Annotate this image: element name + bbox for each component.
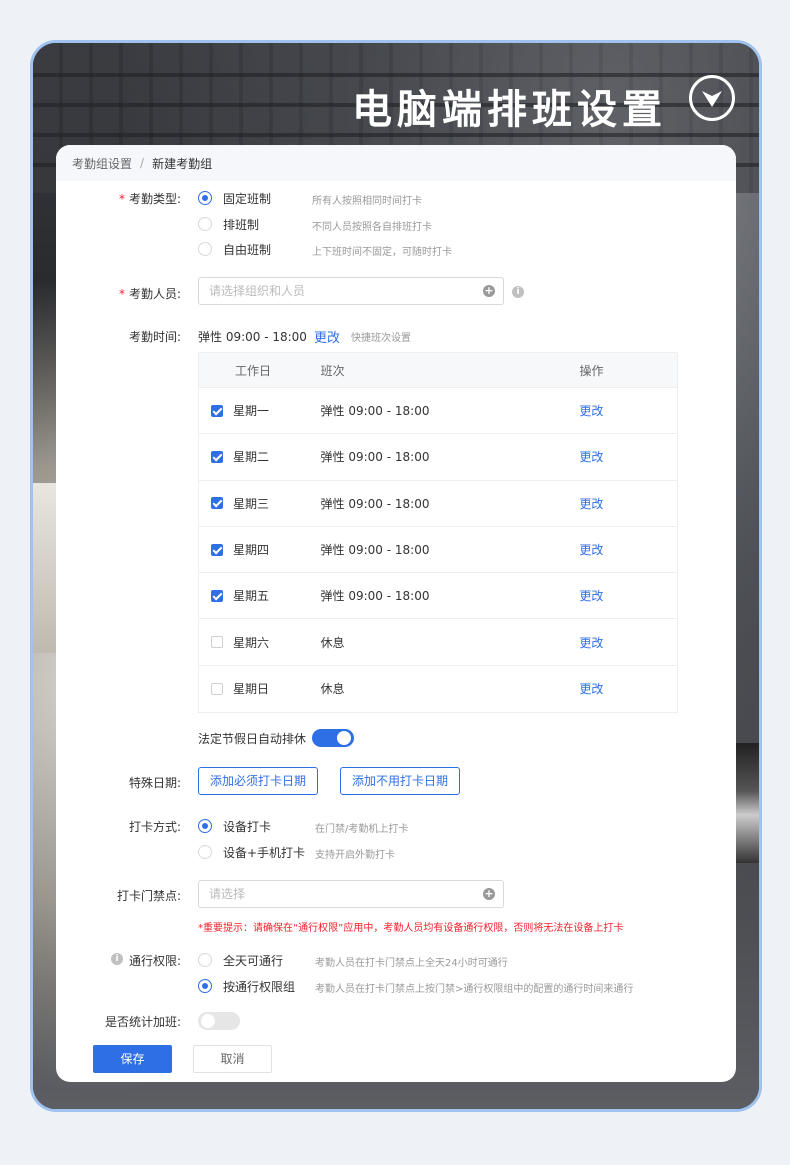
table-row: 星期六 休息 更改	[199, 619, 677, 666]
members-input[interactable]: 请选择组织和人员 +	[198, 277, 504, 305]
members-placeholder: 请选择组织和人员	[209, 284, 306, 298]
door-select[interactable]: 请选择 +	[198, 880, 504, 908]
add-circle-icon[interactable]: +	[483, 888, 495, 900]
access-all-day-label: 全天可通行	[223, 954, 284, 968]
time-value: 弹性 09:00 - 18:00	[198, 330, 307, 344]
row-day: 星期三	[233, 496, 270, 511]
punch-device-radio[interactable]	[198, 819, 212, 833]
access-all-day-hint: 考勤人员在打卡门禁点上全天24小时可通行	[315, 958, 508, 969]
attendance-type-shift-label: 排班制	[223, 218, 260, 232]
row-day: 星期日	[233, 682, 270, 697]
row-shift: 休息	[320, 682, 345, 697]
row-change-link[interactable]: 更改	[579, 541, 677, 558]
attendance-type-fixed-label: 固定班制	[223, 192, 272, 206]
door-warning: *重要提示：请确保在“通行权限”应用中，考勤人员均有设备通行权限，否则将无法在设…	[198, 923, 624, 934]
table-row: 星期三 弹性 09:00 - 18:00 更改	[199, 481, 677, 527]
row-day: 星期一	[233, 404, 270, 419]
overtime-label: 是否统计加班:	[104, 1015, 181, 1029]
breadcrumb-parent[interactable]: 考勤组设置	[72, 155, 132, 172]
row-change-link[interactable]: 更改	[579, 587, 677, 604]
row-change-link[interactable]: 更改	[579, 634, 677, 651]
attendance-type-free-hint: 上下班时间不固定，可随时打卡	[312, 247, 452, 258]
row-checkbox[interactable]	[211, 543, 223, 556]
toggle-knob	[201, 1014, 215, 1028]
schedule-table: 工作日 班次 操作 星期一 弹性 09:00 - 18:00 更改 星期二 弹性…	[198, 352, 678, 714]
required-mark: *	[118, 287, 125, 301]
attendance-type-shift-radio[interactable]	[198, 217, 212, 231]
table-row: 星期四 弹性 09:00 - 18:00 更改	[199, 527, 677, 574]
punch-device-mobile-radio[interactable]	[198, 845, 212, 859]
row-shift: 弹性 09:00 - 18:00	[320, 496, 430, 511]
add-required-date-button[interactable]: 添加必须打卡日期	[198, 767, 318, 795]
row-change-link[interactable]: 更改	[579, 448, 677, 465]
row-day: 星期五	[233, 589, 270, 604]
holiday-toggle[interactable]	[312, 729, 354, 747]
cancel-button[interactable]: 取消	[193, 1045, 272, 1073]
row-checkbox[interactable]	[211, 636, 223, 649]
row-day: 星期二	[233, 450, 270, 465]
column-workday: 工作日	[235, 363, 272, 378]
special-date-label: 特殊日期:	[128, 776, 181, 790]
settings-card: 考勤组设置 / 新建考勤组 * 考勤类型: 固定班制 所有人按照相同时间打卡 排班…	[56, 145, 736, 1082]
overtime-toggle[interactable]	[198, 1012, 240, 1030]
required-mark: *	[118, 192, 125, 206]
row-change-link[interactable]: 更改	[579, 680, 677, 697]
add-circle-icon[interactable]: +	[483, 285, 495, 297]
punch-device-mobile-hint: 支持开启外勤打卡	[315, 850, 395, 861]
punch-method-label: 打卡方式:	[128, 820, 181, 834]
row-shift: 弹性 09:00 - 18:00	[320, 589, 430, 604]
attendance-type-free-radio[interactable]	[198, 242, 212, 256]
access-label: 通行权限:	[128, 954, 181, 968]
punch-device-mobile-label: 设备+手机打卡	[223, 846, 306, 860]
attendance-type-shift-hint: 不同人员按照各自排班打卡	[312, 222, 432, 233]
chevron-down-circle-icon	[689, 75, 735, 121]
breadcrumb: 考勤组设置 / 新建考勤组	[56, 145, 736, 181]
row-checkbox[interactable]	[211, 404, 223, 417]
attendance-type-label: * 考勤类型:	[118, 192, 181, 206]
time-change-link[interactable]: 更改	[314, 327, 340, 346]
members-label: * 考勤人员:	[118, 287, 181, 301]
row-shift: 休息	[320, 635, 345, 650]
save-button[interactable]: 保存	[93, 1045, 172, 1073]
punch-device-label: 设备打卡	[223, 820, 272, 834]
breadcrumb-separator: /	[140, 156, 145, 170]
row-day: 星期六	[233, 635, 270, 650]
toggle-knob	[337, 731, 351, 745]
table-row: 星期日 休息 更改	[199, 666, 677, 712]
attendance-type-fixed-radio[interactable]	[198, 191, 212, 205]
schedule-table-header: 工作日 班次 操作	[199, 353, 677, 388]
row-change-link[interactable]: 更改	[579, 402, 677, 419]
access-group-radio[interactable]	[198, 979, 212, 993]
add-exempt-date-button[interactable]: 添加不用打卡日期	[340, 767, 460, 795]
holiday-label: 法定节假日自动排休	[198, 732, 307, 746]
row-change-link[interactable]: 更改	[579, 495, 677, 512]
row-checkbox[interactable]	[211, 682, 223, 695]
page-title: 电脑端排班设置	[352, 87, 667, 133]
access-group-label: 按通行权限组	[223, 980, 296, 994]
access-all-day-radio[interactable]	[198, 953, 212, 967]
door-placeholder: 请选择	[209, 887, 246, 901]
row-checkbox[interactable]	[211, 450, 223, 463]
access-group-hint: 考勤人员在打卡门禁点上按门禁>通行权限组中的配置的通行时间来通行	[315, 984, 634, 995]
attendance-type-fixed-hint: 所有人按照相同时间打卡	[312, 196, 422, 207]
door-label: 打卡门禁点:	[116, 889, 181, 903]
row-shift: 弹性 09:00 - 18:00	[320, 404, 430, 419]
column-action: 操作	[579, 363, 604, 378]
punch-device-hint: 在门禁/考勤机上打卡	[315, 824, 409, 835]
row-shift: 弹性 09:00 - 18:00	[320, 450, 430, 465]
attendance-type-free-label: 自由班制	[223, 243, 272, 257]
time-label: 考勤时间:	[128, 330, 181, 344]
column-shift: 班次	[320, 363, 345, 378]
table-row: 星期二 弹性 09:00 - 18:00 更改	[199, 434, 677, 481]
row-day: 星期四	[233, 543, 270, 558]
breadcrumb-current: 新建考勤组	[152, 156, 213, 171]
quick-shift-link[interactable]: 快捷班次设置	[351, 329, 411, 344]
row-checkbox[interactable]	[211, 589, 223, 602]
info-icon[interactable]: i	[512, 286, 524, 298]
table-row: 星期五 弹性 09:00 - 18:00 更改	[199, 573, 677, 620]
row-checkbox[interactable]	[211, 497, 223, 510]
table-row: 星期一 弹性 09:00 - 18:00 更改	[199, 388, 677, 435]
row-shift: 弹性 09:00 - 18:00	[320, 543, 430, 558]
